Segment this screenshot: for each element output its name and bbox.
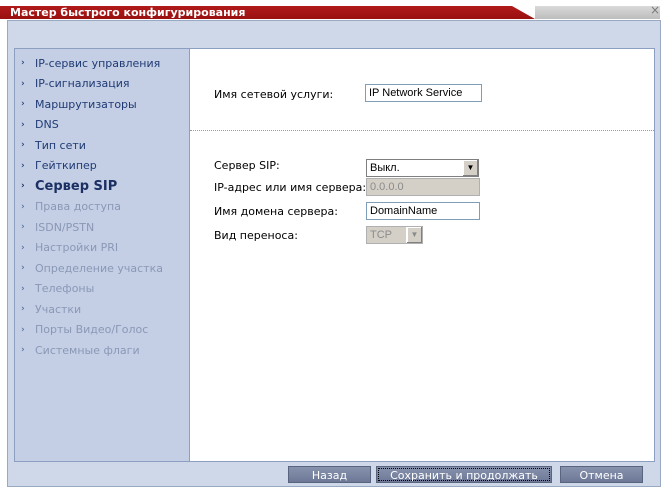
chevron-right-icon: › xyxy=(21,345,25,355)
sidebar-item: › Телефоны xyxy=(15,280,191,298)
sidebar-item-label: Порты Видео/Голос xyxy=(35,323,149,336)
back-button[interactable]: Назад xyxy=(288,466,371,483)
sidebar-item: › Настройки PRI xyxy=(15,239,191,257)
sidebar-item[interactable]: › DNS xyxy=(15,116,191,134)
sidebar-item: › Участки xyxy=(15,300,191,318)
server-address-input[interactable]: 0.0.0.0 xyxy=(366,178,480,196)
save-continue-button[interactable]: Сохранить и продолжать xyxy=(376,466,552,483)
sidebar-item-label: Системные флаги xyxy=(35,343,140,357)
sidebar-item-label: Гейткипер xyxy=(35,159,97,172)
sidebar-item-label: Маршрутизаторы xyxy=(35,97,137,111)
sidebar-item[interactable]: › Тип сети xyxy=(15,136,191,154)
chevron-right-icon: › xyxy=(21,304,25,314)
transport-select[interactable]: TCP ▼ xyxy=(366,226,423,244)
sip-server-value: Выкл. xyxy=(370,162,400,174)
content-panel: Имя сетевой услуги: IP Network Service С… xyxy=(190,48,655,462)
chevron-down-icon[interactable]: ▼ xyxy=(406,227,422,243)
server-address-label: IP-адрес или имя сервера: xyxy=(214,181,367,194)
sidebar-item[interactable]: › IP-сигнализация xyxy=(15,75,191,93)
close-icon[interactable]: × xyxy=(648,3,662,17)
sidebar-item-label: IP-сигнализация xyxy=(35,77,130,90)
sidebar-item-label: Участки xyxy=(35,302,82,316)
sidebar-item-label: Права доступа xyxy=(35,200,121,213)
chevron-down-icon[interactable]: ▼ xyxy=(462,160,478,176)
window-title: Мастер быстрого конфигурирования xyxy=(10,6,246,19)
chevron-right-icon: › xyxy=(21,58,25,68)
sidebar-item[interactable]: › Гейткипер xyxy=(15,157,191,175)
chevron-right-icon: › xyxy=(21,119,25,130)
chevron-right-icon: › xyxy=(21,263,25,273)
sidebar-item-label: Сервер SIP xyxy=(35,178,118,194)
domain-label: Имя домена сервера: xyxy=(214,205,338,218)
sip-server-select[interactable]: Выкл. ▼ xyxy=(366,159,479,177)
sidebar-item: › Права доступа xyxy=(15,198,191,216)
sidebar-item-label: DNS xyxy=(35,118,59,131)
chevron-right-icon: › xyxy=(21,181,25,191)
sidebar-item-label: IP-сервис управления xyxy=(35,56,161,70)
chevron-right-icon: › xyxy=(21,160,25,171)
chevron-right-icon: › xyxy=(21,222,25,232)
chevron-right-icon: › xyxy=(21,140,25,150)
sidebar-item[interactable]: › Маршрутизаторы xyxy=(15,95,191,113)
chevron-right-icon: › xyxy=(21,99,25,109)
wizard-sidebar: › IP-сервис управления › IP-сигнализация › Ма… xyxy=(14,48,190,462)
sidebar-item[interactable]: › IP-сервис управления xyxy=(15,54,191,72)
title-bar-tail xyxy=(535,6,660,19)
sidebar-item: › Определение участка xyxy=(15,259,191,277)
sidebar-item: › Порты Видео/Голос xyxy=(15,321,191,339)
sidebar-item: › Системные флаги xyxy=(15,341,191,359)
service-name-label: Имя сетевой услуги: xyxy=(214,88,334,101)
sip-server-label: Сервер SIP: xyxy=(214,159,280,172)
sidebar-item-label: Определение участка xyxy=(35,261,163,275)
sidebar-item-label: Настройки PRI xyxy=(35,241,119,254)
sidebar-item-label: Тип сети xyxy=(35,138,86,152)
transport-value: TCP xyxy=(370,229,392,241)
sidebar-item: › ISDN/PSTN xyxy=(15,218,191,236)
cancel-button[interactable]: Отмена xyxy=(560,466,643,483)
sidebar-item-label: ISDN/PSTN xyxy=(35,220,95,234)
transport-label: Вид переноса: xyxy=(214,229,298,242)
chevron-right-icon: › xyxy=(21,78,25,89)
service-name-input[interactable]: IP Network Service xyxy=(365,84,482,102)
sidebar-item[interactable]: › Сервер SIP xyxy=(15,177,191,195)
chevron-right-icon: › xyxy=(21,283,25,294)
domain-input[interactable]: DomainName xyxy=(366,202,480,220)
section-divider xyxy=(190,130,654,131)
chevron-right-icon: › xyxy=(21,201,25,212)
sidebar-item-label: Телефоны xyxy=(35,282,95,295)
chevron-right-icon: › xyxy=(21,242,25,253)
chevron-right-icon: › xyxy=(21,324,25,335)
